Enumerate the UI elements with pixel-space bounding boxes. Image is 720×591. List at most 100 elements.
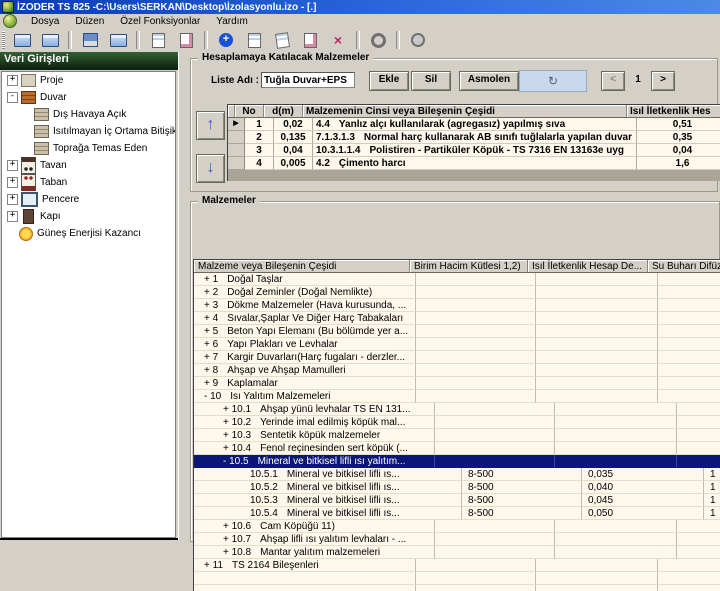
- move-up-button[interactable]: ↑: [196, 111, 225, 140]
- expand-toggle[interactable]: + 10.8: [223, 547, 251, 558]
- column-header[interactable]: Isıl İletkenlik Hes: [627, 105, 720, 118]
- tree-expand-spacer: [7, 229, 16, 238]
- table-row[interactable]: + 11 TS 2164 Bileşenleri: [194, 559, 720, 572]
- expand-toggle[interactable]: + 11: [204, 560, 223, 571]
- expand-toggle[interactable]: + 10.4: [223, 443, 251, 454]
- report-button[interactable]: [145, 30, 171, 50]
- edit-check-button[interactable]: [173, 30, 199, 50]
- delete-button[interactable]: [325, 30, 351, 50]
- new-file-button[interactable]: [9, 30, 35, 50]
- tree-item[interactable]: Toprağa Temas Eden: [2, 140, 175, 157]
- table-row[interactable]: + 7 Kargir Duvarları(Harç fugaları - derz…: [194, 351, 720, 364]
- column-header[interactable]: Birim Hacim Kütlesi 1,2): [410, 260, 528, 273]
- save-button[interactable]: [77, 30, 103, 50]
- tree-expand-toggle[interactable]: +: [7, 160, 18, 171]
- tree-item[interactable]: Isıtılmayan İç Ortama Bitişik: [2, 123, 175, 140]
- table-row[interactable]: + 10.6 Cam Köpüğü 11): [194, 520, 720, 533]
- expand-toggle[interactable]: + 7: [204, 352, 218, 363]
- expand-toggle[interactable]: + 9: [204, 378, 218, 389]
- draw-button[interactable]: [297, 30, 323, 50]
- tree-expand-toggle[interactable]: +: [7, 177, 18, 188]
- expand-toggle[interactable]: + 5: [204, 326, 218, 337]
- table-row[interactable]: + 10.2 Yerinde imal edilmiş köpük mal...: [194, 416, 720, 429]
- expand-toggle[interactable]: - 10: [204, 391, 221, 402]
- table-row[interactable]: 10.5.2 Mineral ve bitkisel lifli ıs... 8-5…: [194, 481, 720, 494]
- tree-item[interactable]: - Duvar: [2, 89, 175, 106]
- export-button[interactable]: [105, 30, 131, 50]
- table-row[interactable]: ▶ 1 0,02 4.4 Yanlız alçı kullanılarak (agreg…: [228, 118, 720, 131]
- expand-toggle[interactable]: + 4: [204, 313, 218, 324]
- ekle-button[interactable]: Ekle: [369, 71, 409, 91]
- help-button[interactable]: [405, 30, 431, 50]
- expand-toggle[interactable]: + 6: [204, 339, 218, 350]
- expand-toggle[interactable]: + 1: [204, 274, 218, 285]
- table-row[interactable]: - 10.5 Mineral ve bitkisel lifli ısı yalı…: [194, 455, 720, 468]
- malzemeler-groupbox-title: Malzemeler: [198, 195, 260, 206]
- tree-item[interactable]: Güneş Enerjisi Kazancı: [2, 225, 175, 242]
- table-row[interactable]: + 10.4 Fenol reçinesinden sert köpük (...: [194, 442, 720, 455]
- table-row[interactable]: + 10.1 Ahşap yünü levhalar TS EN 131...: [194, 403, 720, 416]
- tree-expand-toggle[interactable]: +: [7, 75, 18, 86]
- menu-yardim[interactable]: Yardım: [208, 15, 256, 28]
- tree-item[interactable]: + Kapı: [2, 208, 175, 225]
- expand-toggle[interactable]: + 10.6: [223, 521, 251, 532]
- table-row[interactable]: + 10.8 Mantar yalıtım malzemeleri: [194, 546, 720, 559]
- expand-toggle[interactable]: + 8: [204, 365, 218, 376]
- menu-duzen[interactable]: Düzen: [67, 15, 112, 28]
- tree-expand-toggle[interactable]: -: [7, 92, 18, 103]
- column-header[interactable]: No: [235, 105, 264, 118]
- table-row[interactable]: 4 0,005 4.2 Çimento harcı 1,6: [228, 157, 720, 170]
- table-row[interactable]: [194, 572, 720, 585]
- table-row[interactable]: + 1 Doğal Taşlar: [194, 273, 720, 286]
- expand-toggle[interactable]: + 2: [204, 287, 218, 298]
- material-name: Mineral ve bitkisel lifli ıs...: [286, 482, 400, 493]
- table-row[interactable]: + 8 Ahşap ve Ahşap Mamulleri: [194, 364, 720, 377]
- table-row[interactable]: [194, 585, 720, 591]
- table-row[interactable]: + 2 Doğal Zeminler (Doğal Nemlikte): [194, 286, 720, 299]
- table-row[interactable]: + 3 Dökme Malzemeler (Hava kurusunda, ...: [194, 299, 720, 312]
- tree-item[interactable]: + Pencere: [2, 191, 175, 208]
- liste-adi-input[interactable]: [261, 72, 355, 88]
- table-row[interactable]: 3 0,04 10.3.1.1.4 Polistiren - Partiküler K…: [228, 144, 720, 157]
- table-row[interactable]: + 5 Beton Yapı Elemanı (Bu bölümde yer a.…: [194, 325, 720, 338]
- tree-item[interactable]: + Proje: [2, 72, 175, 89]
- asmolen-button[interactable]: Asmolen: [459, 71, 519, 91]
- page-edit-button[interactable]: [241, 30, 267, 50]
- column-header[interactable]: d(m): [264, 105, 303, 118]
- settings-button[interactable]: [365, 30, 391, 50]
- table-row[interactable]: 10.5.1 Mineral ve bitkisel lifli ıs... 8-5…: [194, 468, 720, 481]
- open-file-button[interactable]: [37, 30, 63, 50]
- table-row[interactable]: + 6 Yapı Plakları ve Levhalar: [194, 338, 720, 351]
- table-row[interactable]: + 9 Kaplamalar: [194, 377, 720, 390]
- prev-page-button[interactable]: <: [601, 71, 625, 91]
- expand-toggle[interactable]: + 3: [204, 300, 218, 311]
- column-header[interactable]: Malzeme veya Bileşenin Çeşidi: [194, 260, 410, 273]
- asmolen-option-box[interactable]: ↻: [519, 70, 587, 92]
- tree-item[interactable]: + Taban: [2, 174, 175, 191]
- expand-toggle[interactable]: + 10.3: [223, 430, 251, 441]
- tree-expand-toggle[interactable]: +: [7, 194, 18, 205]
- toolbar-grip[interactable]: [2, 31, 5, 49]
- table-row[interactable]: 10.5.3 Mineral ve bitkisel lifli ıs... 8-5…: [194, 494, 720, 507]
- menu-dosya[interactable]: Dosya: [23, 15, 67, 28]
- column-header[interactable]: Su Buharı Difüzyo...: [648, 260, 720, 273]
- expand-toggle[interactable]: + 10.2: [223, 417, 251, 428]
- table-row[interactable]: 2 0,135 7.1.3.1.3 Normal harç kullanarak AB…: [228, 131, 720, 144]
- expand-toggle[interactable]: - 10.5: [223, 456, 249, 467]
- tree-expand-toggle[interactable]: +: [7, 211, 18, 222]
- add-button[interactable]: [213, 30, 239, 50]
- column-header[interactable]: Malzemenin Cinsi veya Bileşenin Çeşidi: [303, 105, 627, 118]
- expand-toggle[interactable]: + 10.1: [223, 404, 251, 415]
- table-row[interactable]: + 10.3 Sentetik köpük malzemeler: [194, 429, 720, 442]
- next-page-button[interactable]: >: [651, 71, 675, 91]
- tree-item[interactable]: + Tavan: [2, 157, 175, 174]
- tree-item[interactable]: Dış Havaya Açık: [2, 106, 175, 123]
- column-header[interactable]: Isıl İletkenlik Hesap De...: [528, 260, 648, 273]
- menu-ozel-fonksiyonlar[interactable]: Özel Fonksiyonlar: [112, 15, 208, 28]
- table-row[interactable]: - 10 Isı Yalıtım Malzemeleri: [194, 390, 720, 403]
- sil-button[interactable]: Sil: [411, 71, 451, 91]
- table-row[interactable]: 10.5.4 Mineral ve bitkisel lifli ıs... 8-5…: [194, 507, 720, 520]
- table-row[interactable]: + 4 Sıvalar,Şaplar Ve Diğer Harç Tabakala…: [194, 312, 720, 325]
- rotate-button[interactable]: [269, 30, 295, 50]
- move-down-button[interactable]: ↓: [196, 154, 225, 183]
